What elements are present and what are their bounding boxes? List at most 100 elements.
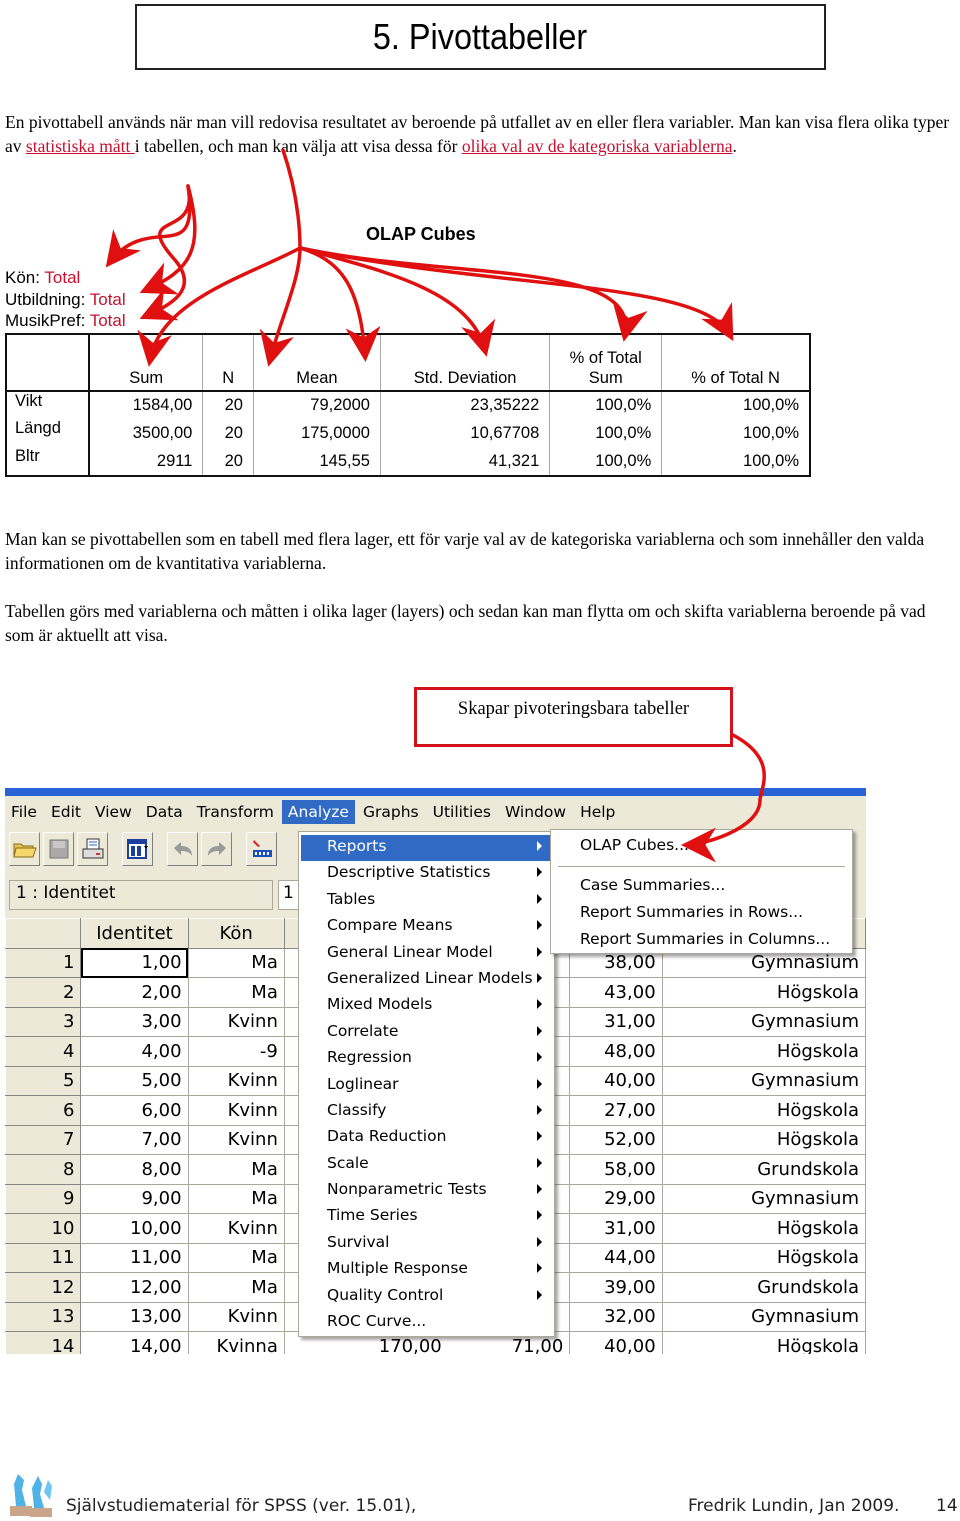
cell-utbildning[interactable]: Grundskola (661, 1154, 866, 1185)
row-number[interactable]: 2 (5, 977, 82, 1008)
menu-item-report-summaries-columns[interactable]: Report Summaries in Columns... (553, 928, 850, 955)
menu-file[interactable]: File (5, 800, 43, 824)
cell-identitet[interactable]: 9,00 (80, 1183, 189, 1214)
cell-identitet[interactable]: 1,00 (80, 947, 189, 978)
cell-alder[interactable]: 32,00 (569, 1301, 663, 1332)
layer-utbildning[interactable]: Utbildning: Total (5, 289, 126, 311)
menu-item-time-series[interactable]: Time Series (301, 1204, 552, 1230)
cell-utbildning[interactable]: Gymnasium (661, 1006, 866, 1037)
cell-identitet[interactable]: 7,00 (80, 1124, 189, 1155)
cell-identitet[interactable]: 6,00 (80, 1095, 189, 1126)
link-categorical-choices[interactable]: olika val av de kategoriska variablerna (462, 136, 733, 156)
cell-alder[interactable]: 58,00 (569, 1154, 663, 1185)
cell-kon[interactable]: Ma (187, 1242, 285, 1273)
cell-alder[interactable]: 48,00 (569, 1036, 663, 1067)
cell-identitet[interactable]: 10,00 (80, 1213, 189, 1244)
menu-item-loglinear[interactable]: Loglinear (301, 1073, 552, 1099)
cell-kon[interactable]: -9 (187, 1036, 285, 1067)
cell-identitet[interactable]: 14,00 (80, 1331, 189, 1354)
menu-edit[interactable]: Edit (45, 800, 87, 824)
cell-alder[interactable]: 40,00 (569, 1065, 663, 1096)
cell-kon[interactable]: Ma (187, 1183, 285, 1214)
menu-analyze[interactable]: Analyze (281, 800, 355, 824)
col-header-kon[interactable]: Kön (187, 918, 285, 949)
cell-kon[interactable]: Ma (187, 977, 285, 1008)
open-button[interactable] (9, 832, 40, 866)
menu-item-general-linear-model[interactable]: General Linear Model (301, 941, 552, 967)
cell-kon[interactable]: Kvinn (187, 1213, 285, 1244)
menu-item-olap-cubes[interactable]: OLAP Cubes... (553, 834, 850, 861)
goto-case-button[interactable] (246, 832, 277, 866)
cell-utbildning[interactable]: Högskola (661, 1095, 866, 1126)
menu-item-roc-curve[interactable]: ROC Curve... (301, 1310, 552, 1336)
menu-item-mixed-models[interactable]: Mixed Models (301, 993, 552, 1019)
cell-identitet[interactable]: 2,00 (80, 977, 189, 1008)
cell-alder[interactable]: 52,00 (569, 1124, 663, 1155)
row-number[interactable]: 6 (5, 1095, 82, 1126)
cell-kon[interactable]: Kvinn (187, 1301, 285, 1332)
row-number[interactable]: 7 (5, 1124, 82, 1155)
menu-utilities[interactable]: Utilities (427, 800, 497, 824)
menu-item-correlate[interactable]: Correlate (301, 1020, 552, 1046)
cell-kon[interactable]: Kvinn (187, 1095, 285, 1126)
menu-item-classify[interactable]: Classify (301, 1099, 552, 1125)
row-number[interactable]: 3 (5, 1006, 82, 1037)
cell-kon[interactable]: Ma (187, 1272, 285, 1303)
cell-utbildning[interactable]: Grundskola (661, 1272, 866, 1303)
link-statistical-measures[interactable]: statistiska mått (26, 136, 135, 156)
cell-alder[interactable]: 29,00 (569, 1183, 663, 1214)
cell-kon[interactable]: Kvinn (187, 1006, 285, 1037)
col-header-identitet[interactable]: Identitet (80, 918, 189, 949)
row-number[interactable]: 5 (5, 1065, 82, 1096)
menu-item-regression[interactable]: Regression (301, 1046, 552, 1072)
menu-item-reports[interactable]: Reports (301, 835, 552, 862)
menu-data[interactable]: Data (140, 800, 189, 824)
menu-item-generalized-linear-models[interactable]: Generalized Linear Models (301, 967, 552, 993)
menu-item-tables[interactable]: Tables (301, 888, 552, 914)
cell-utbildning[interactable]: Högskola (661, 1242, 866, 1273)
cell-alder[interactable]: 31,00 (569, 1006, 663, 1037)
cell-alder[interactable]: 39,00 (569, 1272, 663, 1303)
cell-alder[interactable]: 27,00 (569, 1095, 663, 1126)
cell-utbildning[interactable]: Gymnasium (661, 1065, 866, 1096)
row-number[interactable]: 4 (5, 1036, 82, 1067)
cell-utbildning[interactable]: Högskola (661, 1124, 866, 1155)
cell-alder[interactable]: 43,00 (569, 977, 663, 1008)
cell-utbildning[interactable]: Högskola (661, 977, 866, 1008)
cell-kon[interactable]: Ma (187, 1154, 285, 1185)
row-number[interactable]: 8 (5, 1154, 82, 1185)
menu-transform[interactable]: Transform (191, 800, 280, 824)
layer-kon[interactable]: Kön: Total (5, 267, 126, 289)
menu-item-data-reduction[interactable]: Data Reduction (301, 1125, 552, 1151)
save-button[interactable] (43, 832, 74, 866)
dialog-recall-button[interactable] (122, 832, 153, 866)
menu-help[interactable]: Help (574, 800, 621, 824)
menu-view[interactable]: View (89, 800, 138, 824)
row-number[interactable]: 1 (5, 947, 82, 978)
menu-item-descriptive-statistics[interactable]: Descriptive Statistics (301, 861, 552, 887)
cell-kon[interactable]: Ma (187, 947, 285, 978)
cell-kon[interactable]: Kvinn (187, 1065, 285, 1096)
print-button[interactable] (77, 832, 108, 866)
row-number[interactable]: 12 (5, 1272, 82, 1303)
cell-identitet[interactable]: 3,00 (80, 1006, 189, 1037)
cell-alder[interactable]: 40,00 (569, 1331, 663, 1354)
cell-kon[interactable]: Kvinna (187, 1331, 285, 1354)
row-number[interactable]: 11 (5, 1242, 82, 1273)
cell-utbildning[interactable]: Gymnasium (661, 1301, 866, 1332)
menu-item-quality-control[interactable]: Quality Control (301, 1284, 552, 1310)
menu-item-compare-means[interactable]: Compare Means (301, 914, 552, 940)
menu-graphs[interactable]: Graphs (357, 800, 425, 824)
cell-kon[interactable]: Kvinn (187, 1124, 285, 1155)
row-number[interactable]: 10 (5, 1213, 82, 1244)
menu-window[interactable]: Window (499, 800, 572, 824)
row-number[interactable]: 13 (5, 1301, 82, 1332)
menu-item-survival[interactable]: Survival (301, 1231, 552, 1257)
menu-item-nonparametric-tests[interactable]: Nonparametric Tests (301, 1178, 552, 1204)
cell-identitet[interactable]: 13,00 (80, 1301, 189, 1332)
cell-alder[interactable]: 31,00 (569, 1213, 663, 1244)
cell-identitet[interactable]: 5,00 (80, 1065, 189, 1096)
menu-item-case-summaries[interactable]: Case Summaries... (553, 874, 850, 901)
cell-utbildning[interactable]: Gymnasium (661, 1183, 866, 1214)
layer-musikpref[interactable]: MusikPref: Total (5, 310, 126, 332)
